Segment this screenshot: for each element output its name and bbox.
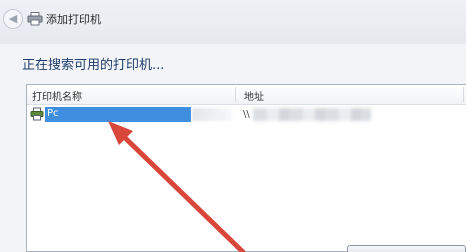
printer-address: \\ [243, 109, 250, 120]
printer-icon [30, 107, 44, 121]
list-item[interactable]: Pc \\ [27, 106, 466, 123]
column-header-address[interactable]: 地址 [244, 88, 264, 103]
column-divider[interactable] [235, 87, 236, 102]
column-divider[interactable] [463, 87, 464, 102]
back-arrow-icon[interactable]: ◀ [3, 9, 23, 29]
column-header-printer-name[interactable]: 打印机名称 [32, 88, 82, 103]
window-titlebar: ◀ 添加打印机 [0, 0, 466, 44]
list-header: 打印机名称 地址 [27, 85, 466, 105]
redacted-region [192, 108, 232, 121]
printer-name: Pc [47, 108, 59, 119]
next-button[interactable] [347, 245, 466, 252]
selection-highlight [45, 107, 191, 122]
window-title: 添加打印机 [46, 13, 101, 26]
page-heading: 正在搜索可用的打印机... [22, 58, 165, 73]
wizard-content: 正在搜索可用的打印机... 打印机名称 地址 Pc \\ [0, 44, 466, 252]
printer-list[interactable]: 打印机名称 地址 Pc \\ [26, 84, 466, 252]
printer-icon [27, 12, 43, 26]
redacted-region [253, 108, 371, 121]
